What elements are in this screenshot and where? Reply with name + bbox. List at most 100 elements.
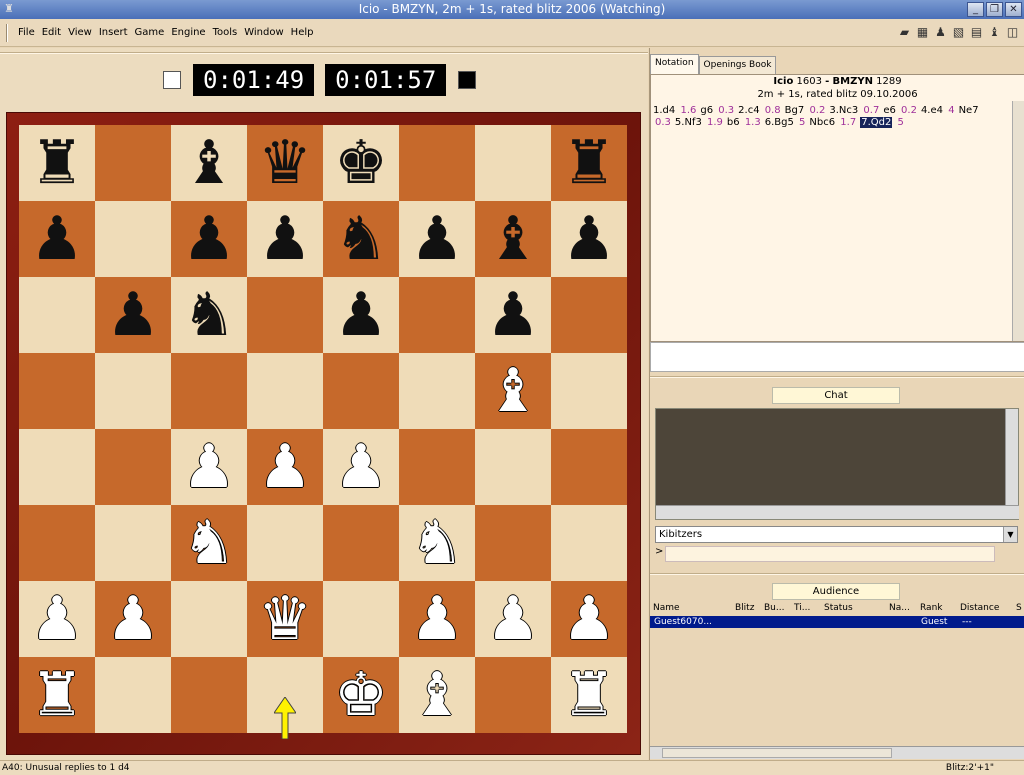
col-name[interactable]: Name bbox=[650, 602, 732, 614]
square-f4[interactable] bbox=[399, 429, 475, 505]
move[interactable]: e6 bbox=[883, 105, 896, 116]
square-b4[interactable] bbox=[95, 429, 171, 505]
col-distance[interactable]: Distance bbox=[957, 602, 1013, 614]
audience-scrollbar[interactable] bbox=[650, 746, 1024, 759]
notation-scrollbar[interactable] bbox=[1012, 101, 1024, 341]
square-b3[interactable] bbox=[95, 505, 171, 581]
col-bullet[interactable]: Bu... bbox=[761, 602, 791, 614]
move[interactable]: Ne7 bbox=[959, 105, 979, 116]
square-b6[interactable]: ♟ bbox=[95, 277, 171, 353]
square-a7[interactable]: ♟ bbox=[19, 201, 95, 277]
col-rank[interactable]: Rank bbox=[917, 602, 957, 614]
square-c5[interactable] bbox=[171, 353, 247, 429]
move[interactable]: 4.e4 bbox=[921, 105, 943, 116]
square-a5[interactable] bbox=[19, 353, 95, 429]
square-g5[interactable]: ♝ bbox=[475, 353, 551, 429]
players-icon[interactable]: ♟ bbox=[933, 24, 948, 40]
black-rook-piece[interactable]: ♜ bbox=[30, 125, 84, 201]
square-g3[interactable] bbox=[475, 505, 551, 581]
square-g8[interactable] bbox=[475, 125, 551, 201]
maximize-button[interactable]: ❐ bbox=[986, 2, 1003, 17]
move[interactable]: g6 bbox=[700, 105, 713, 116]
square-h4[interactable] bbox=[551, 429, 627, 505]
white-pawn-piece[interactable]: ♟ bbox=[334, 429, 388, 505]
square-h3[interactable] bbox=[551, 505, 627, 581]
black-queen-piece[interactable]: ♛ bbox=[258, 125, 312, 201]
square-f5[interactable] bbox=[399, 353, 475, 429]
square-a4[interactable] bbox=[19, 429, 95, 505]
square-g4[interactable] bbox=[475, 429, 551, 505]
square-h2[interactable]: ♟ bbox=[551, 581, 627, 657]
move[interactable]: 7.Qd2 bbox=[860, 117, 893, 128]
black-knight-piece[interactable]: ♞ bbox=[182, 277, 236, 353]
move[interactable]: 3.Nc3 bbox=[829, 105, 858, 116]
menu-view[interactable]: View bbox=[68, 27, 92, 38]
black-bishop-piece[interactable]: ♝ bbox=[486, 201, 540, 277]
white-king-piece[interactable]: ♚ bbox=[334, 657, 388, 733]
tab-openings-book[interactable]: Openings Book bbox=[698, 56, 777, 74]
square-g2[interactable]: ♟ bbox=[475, 581, 551, 657]
black-knight-piece[interactable]: ♞ bbox=[334, 201, 388, 277]
tab-notation[interactable]: Notation bbox=[650, 54, 699, 74]
col-title[interactable]: Ti... bbox=[791, 602, 821, 614]
scrollbar-thumb[interactable] bbox=[662, 748, 892, 758]
square-h8[interactable]: ♜ bbox=[551, 125, 627, 201]
white-rook-piece[interactable]: ♜ bbox=[562, 657, 616, 733]
menu-tools[interactable]: Tools bbox=[213, 27, 238, 38]
white-rook-piece[interactable]: ♜ bbox=[30, 657, 84, 733]
move[interactable]: 2.c4 bbox=[738, 105, 759, 116]
chess-board[interactable]: ♜ ♝ ♛ ♚ ♜ ♟ ♟ ♟ ♞ ♟ ♝ ♟ ♟ ♞ ♟ ♟ ♝ ♟ ♟ ♟ ♞ ♞ ♟ ♟ ♛ ♟ ♟ ♟ ♜ ♚ ♝ ♜ bbox=[19, 125, 627, 739]
chat-vertical-scrollbar[interactable] bbox=[1005, 409, 1018, 506]
square-f6[interactable] bbox=[399, 277, 475, 353]
square-c4[interactable]: ♟ bbox=[171, 429, 247, 505]
move[interactable]: Nbc6 bbox=[809, 117, 835, 128]
menu-window[interactable]: Window bbox=[244, 27, 283, 38]
square-c6[interactable]: ♞ bbox=[171, 277, 247, 353]
white-knight-piece[interactable]: ♞ bbox=[182, 505, 236, 581]
chat-input[interactable] bbox=[665, 546, 995, 562]
square-d4[interactable]: ♟ bbox=[247, 429, 323, 505]
move-list[interactable]: 1.d4 1.6 g6 0.3 2.c4 0.8 Bg7 0.2 3.Nc3 0.7 e6… bbox=[653, 105, 1008, 129]
black-rook-piece[interactable]: ♜ bbox=[562, 125, 616, 201]
square-f3[interactable]: ♞ bbox=[399, 505, 475, 581]
square-d2[interactable]: ♛ bbox=[247, 581, 323, 657]
square-h5[interactable] bbox=[551, 353, 627, 429]
black-king-piece[interactable]: ♚ bbox=[334, 125, 388, 201]
white-pawn-piece[interactable]: ♟ bbox=[258, 429, 312, 505]
square-g1[interactable] bbox=[475, 657, 551, 733]
white-knight-piece[interactable]: ♞ bbox=[410, 505, 464, 581]
square-d1[interactable] bbox=[247, 657, 323, 739]
square-c7[interactable]: ♟ bbox=[171, 201, 247, 277]
square-c1[interactable] bbox=[171, 657, 247, 733]
white-pawn-piece[interactable]: ♟ bbox=[486, 581, 540, 657]
close-button[interactable]: ✕ bbox=[1005, 2, 1022, 17]
square-a6[interactable] bbox=[19, 277, 95, 353]
square-d5[interactable] bbox=[247, 353, 323, 429]
black-pawn-piece[interactable]: ♟ bbox=[334, 277, 388, 353]
black-pawn-piece[interactable]: ♟ bbox=[486, 277, 540, 353]
square-f2[interactable]: ♟ bbox=[399, 581, 475, 657]
chevron-down-icon[interactable]: ▼ bbox=[1003, 527, 1017, 542]
notation-icon[interactable]: ▤ bbox=[969, 24, 984, 40]
white-pawn-piece[interactable]: ♟ bbox=[410, 581, 464, 657]
table-row[interactable]: Guest6070... Guest --- bbox=[650, 616, 1024, 628]
black-pawn-piece[interactable]: ♟ bbox=[562, 201, 616, 277]
square-d3[interactable] bbox=[247, 505, 323, 581]
move[interactable]: 5.Nf3 bbox=[675, 117, 702, 128]
square-c2[interactable] bbox=[171, 581, 247, 657]
col-blitz[interactable]: Blitz bbox=[732, 602, 761, 614]
square-a1[interactable]: ♜ bbox=[19, 657, 95, 733]
menu-insert[interactable]: Insert bbox=[99, 27, 128, 38]
square-d6[interactable] bbox=[247, 277, 323, 353]
square-e1[interactable]: ♚ bbox=[323, 657, 399, 733]
square-b2[interactable]: ♟ bbox=[95, 581, 171, 657]
black-pawn-piece[interactable]: ♟ bbox=[106, 277, 160, 353]
move[interactable]: 6.Bg5 bbox=[765, 117, 794, 128]
square-g6[interactable]: ♟ bbox=[475, 277, 551, 353]
black-pawn-piece[interactable]: ♟ bbox=[30, 201, 84, 277]
chat-horizontal-scrollbar[interactable] bbox=[656, 505, 1019, 519]
white-pawn-piece[interactable]: ♟ bbox=[106, 581, 160, 657]
white-bishop-piece[interactable]: ♝ bbox=[486, 353, 540, 429]
square-h6[interactable] bbox=[551, 277, 627, 353]
move[interactable]: b6 bbox=[727, 117, 740, 128]
